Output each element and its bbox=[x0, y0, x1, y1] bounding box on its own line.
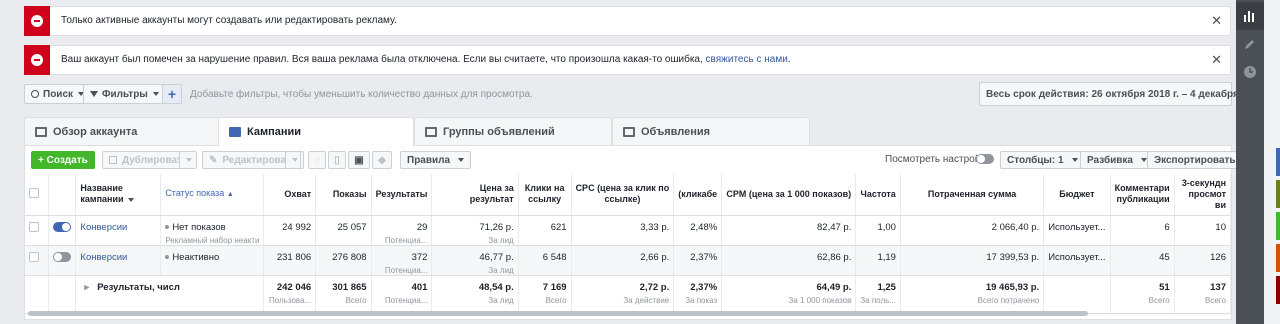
campaigns-table: Название кампании Статус показа ▲ Охват … bbox=[25, 174, 1232, 314]
page-edge bbox=[1264, 0, 1280, 324]
breakdown-button[interactable]: Разбивка bbox=[1080, 151, 1154, 169]
status-dot bbox=[165, 254, 170, 259]
grid-icon bbox=[425, 126, 437, 137]
col-cost-per-result[interactable]: Цена за результат bbox=[431, 174, 519, 216]
tab-ad-sets[interactable]: Группы объявлений bbox=[414, 117, 612, 145]
search-button[interactable]: Поиск bbox=[24, 84, 92, 104]
col-cpm[interactable]: CPM (цена за 1 000 показов) bbox=[721, 174, 857, 216]
tab-account-overview[interactable]: Обзор аккаунта bbox=[24, 117, 224, 145]
filter-hint: Добавьте фильтры, чтобы уменьшить количе… bbox=[190, 89, 533, 100]
alert-policy-violation: Ваш аккаунт был помечен за нарушение пра… bbox=[24, 45, 1231, 75]
table-row[interactable]: Конверсии Нет показов Рекламный набор неа… bbox=[25, 215, 1232, 246]
status-dot bbox=[165, 224, 170, 229]
alert-inactive-account: Только активные аккаунты могут создавать… bbox=[24, 6, 1231, 36]
col-amount-spent[interactable]: Потраченная сумма bbox=[900, 174, 1045, 216]
right-sidebar bbox=[1236, 0, 1264, 324]
bar-chart-icon[interactable] bbox=[1236, 2, 1264, 30]
folder-icon bbox=[229, 127, 241, 137]
error-icon bbox=[24, 45, 50, 75]
col-cpc[interactable]: CPC (цена за клик по ссылке) bbox=[571, 174, 675, 216]
add-filter-button[interactable]: + bbox=[162, 84, 182, 104]
duplicate-dropdown[interactable] bbox=[179, 151, 197, 169]
rules-button[interactable]: Правила bbox=[400, 151, 472, 169]
col-campaign-name[interactable]: Название кампании bbox=[75, 174, 162, 216]
edit-dropdown[interactable] bbox=[285, 151, 301, 169]
pencil-icon[interactable] bbox=[1242, 36, 1258, 52]
col-link-clicks[interactable]: Клики на ссылку bbox=[518, 174, 572, 216]
account-icon bbox=[35, 126, 47, 137]
filters-button[interactable]: Фильтры bbox=[83, 84, 166, 104]
error-icon bbox=[24, 6, 50, 36]
tab-campaigns[interactable]: Кампании bbox=[218, 117, 414, 146]
col-budget[interactable]: Бюджет bbox=[1043, 174, 1111, 216]
col-frequency[interactable]: Частота bbox=[855, 174, 901, 216]
campaign-toggle[interactable] bbox=[52, 251, 71, 262]
ab-test-icon[interactable]: ▣ bbox=[348, 151, 370, 169]
col-delivery-status[interactable]: Статус показа ▲ bbox=[160, 174, 265, 216]
pencil-icon: ✎ bbox=[209, 154, 218, 166]
col-results[interactable]: Результаты bbox=[371, 174, 433, 216]
close-icon[interactable]: ✕ bbox=[1211, 53, 1222, 67]
campaign-toggle[interactable] bbox=[52, 221, 71, 232]
select-all-checkbox[interactable] bbox=[29, 187, 39, 198]
col-impressions[interactable]: Показы bbox=[315, 174, 372, 216]
tab-ads[interactable]: Объявления bbox=[612, 117, 810, 145]
campaign-name-link[interactable]: Конверсии bbox=[80, 252, 127, 263]
date-range-button[interactable]: Весь срок действия: 26 октября 2018 г. –… bbox=[979, 82, 1273, 106]
totals-row: ▸ Результаты, числ 242 046 Пользова... 301… bbox=[25, 275, 1232, 314]
close-icon[interactable]: ✕ bbox=[1211, 14, 1222, 28]
contact-us-link[interactable]: свяжитесь с нами bbox=[706, 54, 788, 65]
alert-message: Ваш аккаунт был помечен за нарушение пра… bbox=[61, 54, 791, 65]
table-header: Название кампании Статус показа ▲ Охват … bbox=[25, 174, 1232, 216]
row-checkbox[interactable] bbox=[29, 221, 39, 232]
tag-icon[interactable]: ◆ bbox=[372, 151, 392, 169]
create-button[interactable]: + Создать bbox=[31, 151, 95, 169]
ad-icon bbox=[623, 126, 635, 137]
col-post-comments[interactable]: Комментари публикации bbox=[1110, 174, 1175, 216]
campaign-name-link[interactable]: Конверсии bbox=[80, 222, 127, 233]
clock-icon[interactable] bbox=[1242, 64, 1258, 80]
row-checkbox[interactable] bbox=[29, 251, 39, 262]
table-row[interactable]: Конверсии Неактивно 231 806 276 808 372 П… bbox=[25, 245, 1232, 276]
view-settings-toggle[interactable] bbox=[976, 154, 994, 164]
expand-icon[interactable]: ▸ bbox=[84, 282, 89, 293]
horizontal-scrollbar[interactable] bbox=[28, 311, 1088, 316]
col-ctr[interactable]: (кликабе bbox=[673, 174, 723, 216]
columns-button[interactable]: Столбцы: 1 bbox=[1000, 151, 1085, 169]
col-reach[interactable]: Охват bbox=[263, 174, 317, 216]
filter-icon bbox=[90, 91, 98, 97]
totals-label: Результаты, числ bbox=[97, 281, 180, 293]
trash-icon[interactable]: ▯ bbox=[328, 151, 346, 169]
search-icon bbox=[31, 90, 39, 98]
campaigns-panel: + Создать Дублировать ✎ Редактировать ◌ ▯… bbox=[24, 145, 1257, 320]
view-settings-label: Посмотреть настройки bbox=[885, 154, 991, 165]
col-video-views[interactable]: 3-секундн просмот ви bbox=[1174, 174, 1232, 216]
alert-message: Только активные аккаунты могут создавать… bbox=[61, 15, 397, 26]
refresh-icon[interactable]: ◌ bbox=[308, 151, 326, 169]
duplicate-icon bbox=[109, 156, 117, 164]
